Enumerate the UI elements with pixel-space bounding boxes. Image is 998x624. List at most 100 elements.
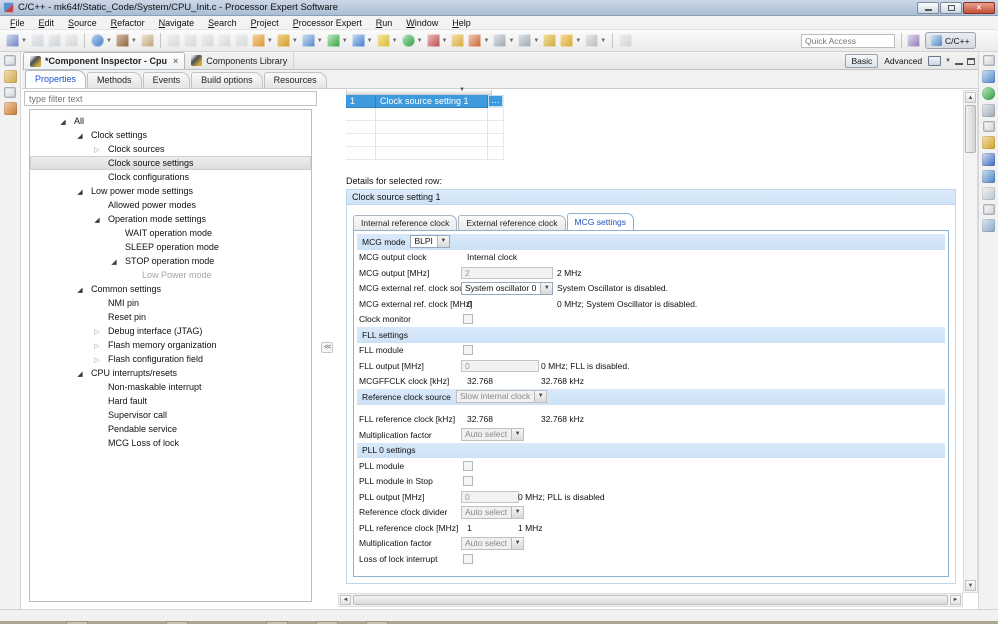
- open-resource-button[interactable]: [450, 33, 465, 48]
- menu-item-search[interactable]: Search: [201, 16, 244, 30]
- editor-tab-components-library[interactable]: Components Library: [185, 52, 295, 69]
- grid-row-more-button[interactable]: …: [488, 95, 504, 108]
- tab-build-options[interactable]: Build options: [191, 72, 263, 88]
- details-tab-mcg-settings[interactable]: MCG settings: [566, 213, 635, 230]
- profile-button[interactable]: ▼: [426, 33, 449, 48]
- tree-item-all[interactable]: ◢ All: [30, 114, 311, 128]
- show-whitespace-button[interactable]: [234, 33, 249, 48]
- type-hierarchy-icon[interactable]: [3, 102, 17, 115]
- format-brush-button[interactable]: [183, 33, 198, 48]
- tree-item-allowed-power-modes[interactable]: Allowed power modes: [30, 198, 311, 212]
- tree-item-mcg-loss-of-lock[interactable]: MCG Loss of lock: [30, 436, 311, 450]
- maximize-view-icon[interactable]: [967, 57, 975, 65]
- tree-expanded-icon[interactable]: ◢: [74, 368, 86, 382]
- tree-expanded-icon[interactable]: ◢: [57, 116, 69, 130]
- tree-item-flash-memory-organization[interactable]: ▷ Flash memory organization: [30, 338, 311, 352]
- restore-view-icon[interactable]: [982, 121, 995, 132]
- filter-input[interactable]: [24, 91, 317, 106]
- tree-item-reset-pin[interactable]: Reset pin: [30, 310, 311, 324]
- property-checkbox[interactable]: [463, 314, 473, 325]
- grid-row-value[interactable]: Clock source setting 1: [376, 95, 488, 108]
- collapse-tree-button[interactable]: <<: [321, 342, 334, 353]
- close-tab-icon[interactable]: ×: [173, 56, 178, 66]
- tab-events[interactable]: Events: [142, 72, 191, 88]
- property-select[interactable]: BLPI ▼: [410, 235, 450, 249]
- coverage-dropdown-icon[interactable]: ▼: [342, 38, 348, 44]
- back-dropdown-icon[interactable]: ▼: [575, 38, 581, 44]
- details-tab-internal-reference-clock[interactable]: Internal reference clock: [353, 215, 458, 230]
- view-menu-icon[interactable]: ▼: [945, 58, 951, 64]
- tree-expanded-icon[interactable]: ◢: [74, 130, 86, 144]
- tree-item-pendable-service[interactable]: Pendable service: [30, 422, 311, 436]
- tree-item-hard-fault[interactable]: Hard fault: [30, 394, 311, 408]
- vertical-scroll-thumb[interactable]: [965, 105, 976, 153]
- minimize-view-icon[interactable]: [955, 62, 963, 65]
- property-checkbox[interactable]: [463, 553, 473, 564]
- dropdown-arrow-icon[interactable]: ▼: [511, 429, 524, 441]
- tree-item-sleep-operation-mode[interactable]: SLEEP operation mode: [30, 240, 311, 254]
- property-checkbox[interactable]: [463, 476, 473, 487]
- device-view-icon[interactable]: [982, 104, 995, 117]
- external-tools-button[interactable]: ▼: [376, 33, 399, 48]
- quick-access-input[interactable]: [801, 34, 895, 48]
- scroll-left-icon[interactable]: ◄: [340, 595, 351, 605]
- forward-button[interactable]: ▼: [584, 33, 607, 48]
- property-input[interactable]: 0: [461, 359, 539, 372]
- menu-item-processor-expert[interactable]: Processor Expert: [286, 16, 369, 30]
- dropdown-arrow-icon[interactable]: ▼: [534, 391, 547, 403]
- project-explorer-icon[interactable]: [3, 70, 17, 83]
- problems-view-icon[interactable]: [982, 136, 995, 149]
- menu-item-navigate[interactable]: Navigate: [152, 16, 202, 30]
- menu-item-file[interactable]: File: [3, 16, 32, 30]
- tree-expanded-icon[interactable]: ◢: [74, 284, 86, 298]
- new-wizard-dropdown-icon[interactable]: ▼: [21, 38, 27, 44]
- tree-item-clock-sources[interactable]: ▷ Clock sources: [30, 142, 311, 156]
- debug-attach-button[interactable]: ▼: [90, 33, 113, 48]
- property-select[interactable]: Auto select ▼: [461, 505, 525, 519]
- property-select[interactable]: Auto select ▼: [461, 428, 525, 442]
- tree-item-low-power-mode-settings[interactable]: ◢ Low power mode settings: [30, 184, 311, 198]
- menu-item-help[interactable]: Help: [445, 16, 478, 30]
- make-target-button[interactable]: [140, 33, 155, 48]
- new-pe-project-button[interactable]: ▼: [251, 33, 274, 48]
- dropdown-arrow-icon[interactable]: ▼: [511, 506, 524, 518]
- property-select[interactable]: System oscillator 0 ▼: [461, 281, 554, 295]
- property-input[interactable]: 0: [461, 490, 519, 503]
- annotations-dropdown-icon[interactable]: ▼: [367, 38, 373, 44]
- tree-item-nmi-pin[interactable]: NMI pin: [30, 296, 311, 310]
- restore-view-icon[interactable]: [982, 204, 995, 215]
- dropdown-arrow-icon[interactable]: ▼: [436, 236, 449, 248]
- tree-item-stop-operation-mode[interactable]: ◢ STOP operation mode: [30, 254, 311, 268]
- dropdown-arrow-icon[interactable]: ▼: [511, 537, 524, 549]
- vertical-scrollbar[interactable]: ▲ ▼: [963, 90, 978, 593]
- forward-dropdown-icon[interactable]: ▼: [600, 38, 606, 44]
- tree-item-clock-source-settings[interactable]: Clock source settings: [30, 156, 311, 170]
- minimize-button[interactable]: [917, 1, 939, 14]
- back-button[interactable]: ▼: [559, 33, 582, 48]
- coverage-button[interactable]: ▼: [326, 33, 349, 48]
- outline-view-icon[interactable]: [982, 70, 995, 83]
- maximize-button[interactable]: [940, 1, 962, 14]
- debug-attach-dropdown-icon[interactable]: ▼: [106, 38, 112, 44]
- tree-item-common-settings[interactable]: ◢ Common settings: [30, 282, 311, 296]
- property-input[interactable]: 2: [461, 266, 553, 279]
- target-connections-icon[interactable]: [982, 87, 995, 100]
- console-view-icon[interactable]: [982, 170, 995, 183]
- grid-empty-row[interactable]: [346, 147, 504, 160]
- restore-view-icon[interactable]: [4, 55, 16, 66]
- menu-item-window[interactable]: Window: [399, 16, 445, 30]
- property-select[interactable]: Slow internal clock ▼: [455, 390, 548, 404]
- new-c-file-button[interactable]: ▼: [301, 33, 324, 48]
- property-select[interactable]: Auto select ▼: [461, 536, 525, 550]
- annotations-button[interactable]: ▼: [351, 33, 374, 48]
- menu-item-source[interactable]: Source: [61, 16, 104, 30]
- basic-mode-button[interactable]: Basic: [845, 54, 879, 68]
- highlighter-button[interactable]: ▼: [467, 33, 490, 48]
- tasks-view-icon[interactable]: [982, 153, 995, 166]
- monitor-icon[interactable]: [928, 56, 942, 66]
- open-perspective-icon[interactable]: [907, 34, 920, 47]
- save-button[interactable]: [30, 33, 45, 48]
- spray-button[interactable]: [200, 33, 215, 48]
- mark-occurrences-button[interactable]: [217, 33, 232, 48]
- tree-item-supervisor-call[interactable]: Supervisor call: [30, 408, 311, 422]
